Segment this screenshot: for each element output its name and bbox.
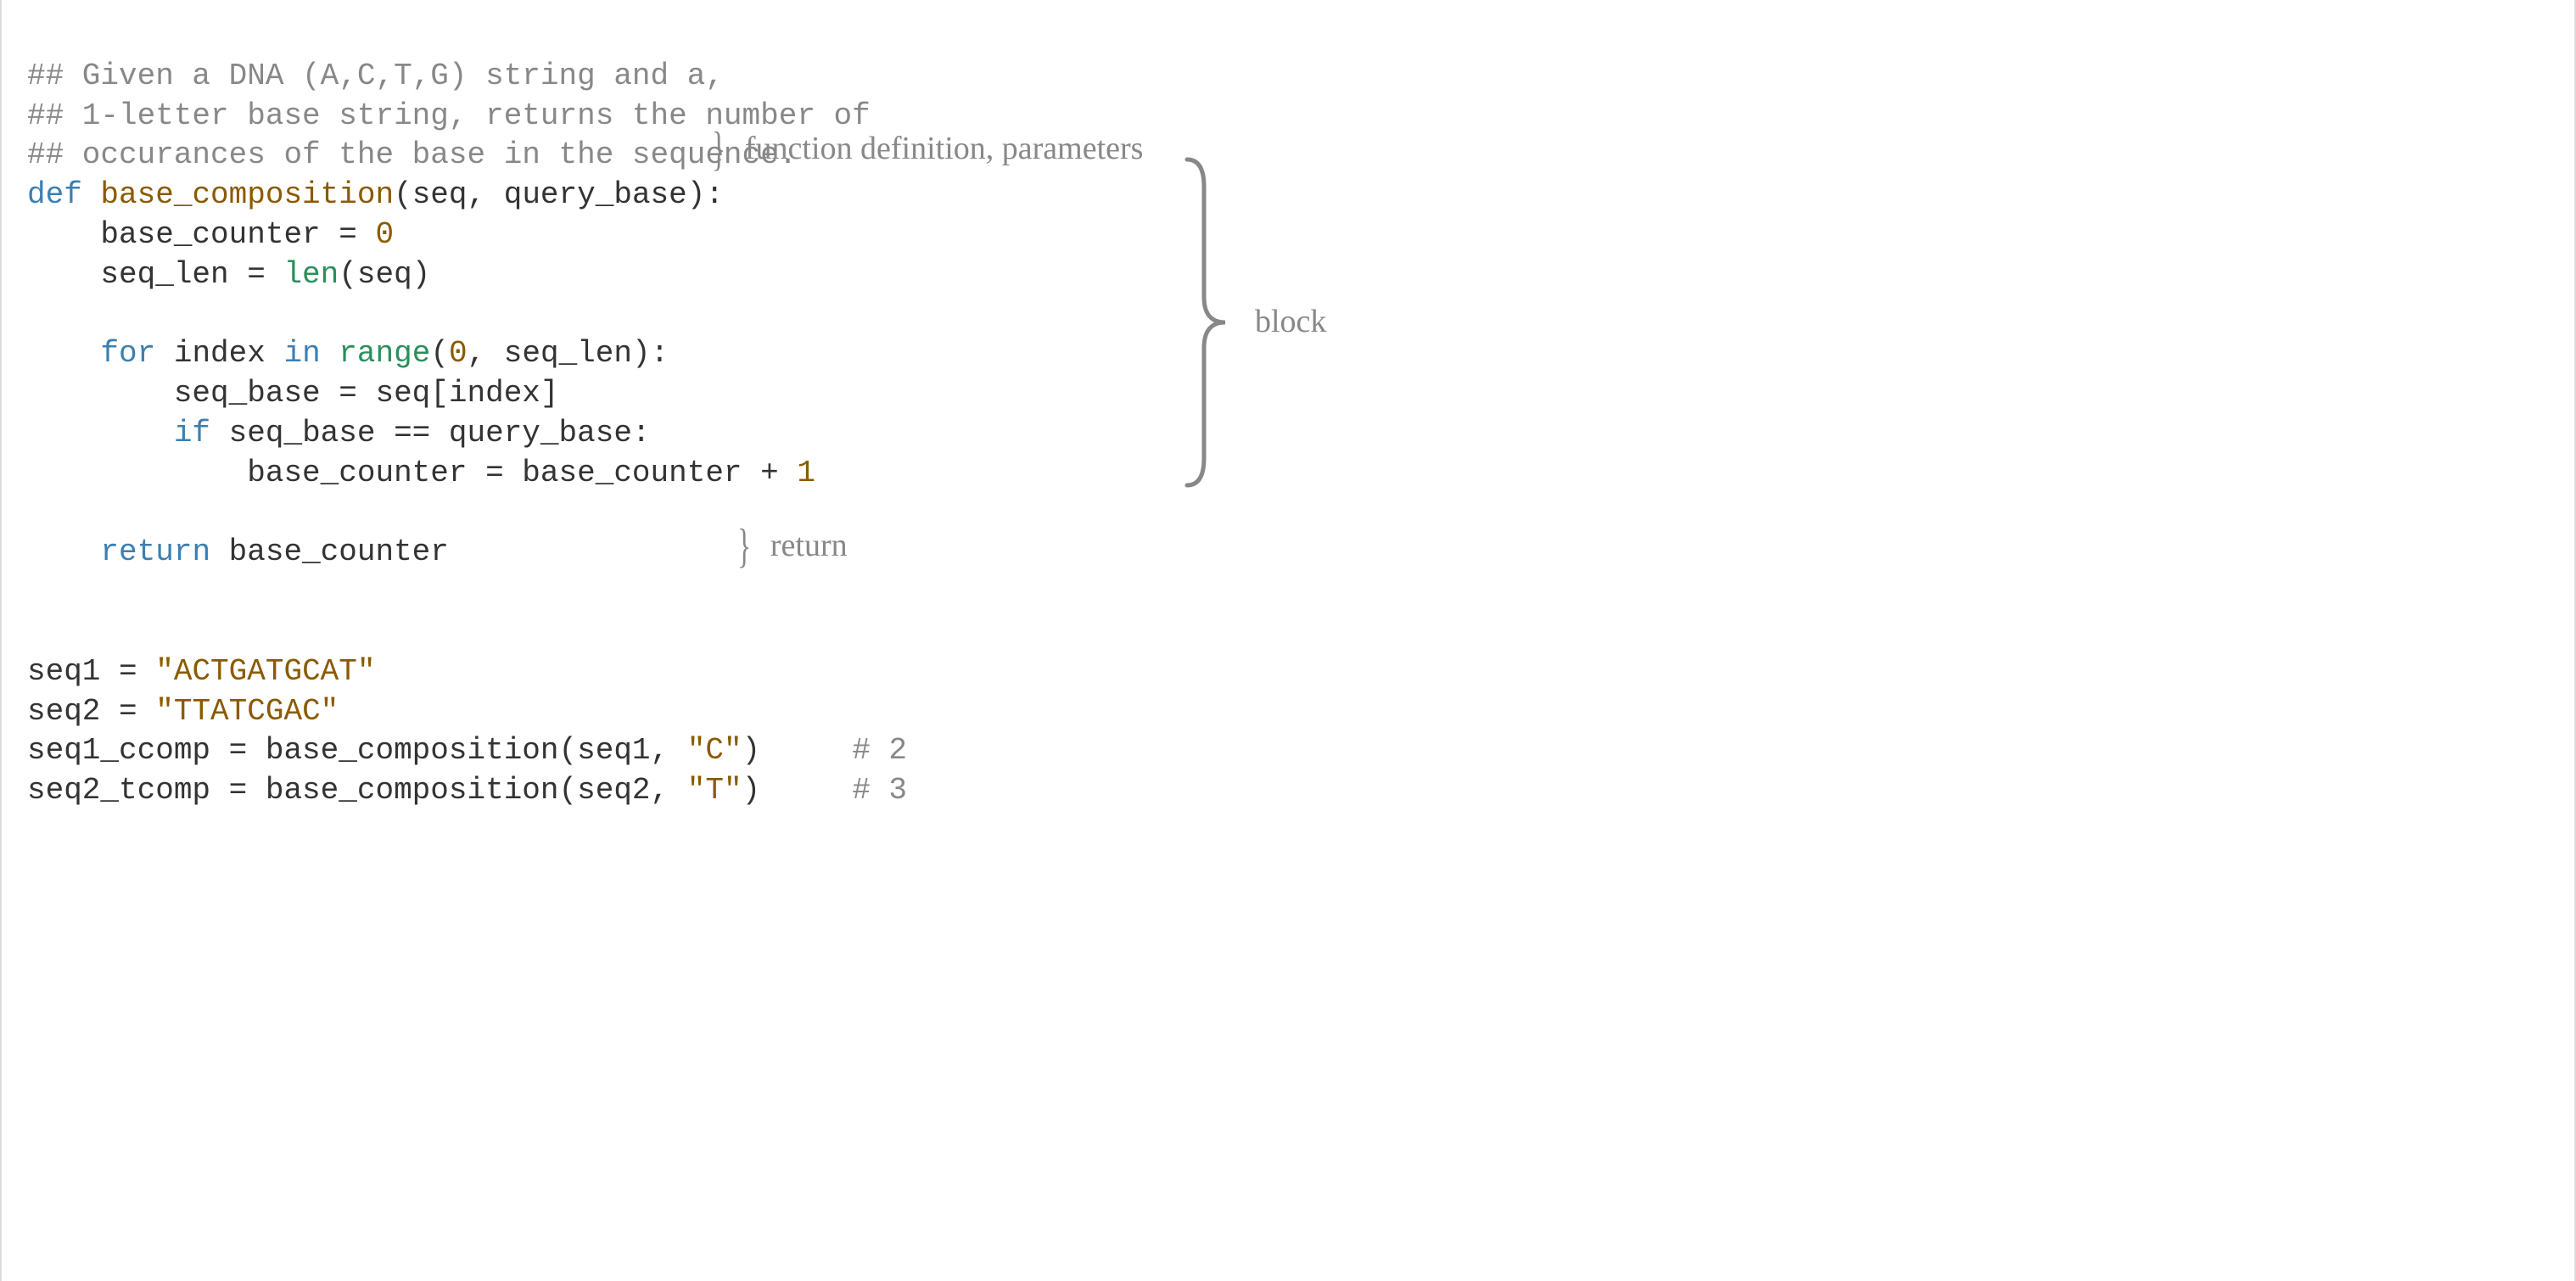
keyword-return: return — [100, 534, 210, 569]
builtin-range: range — [339, 336, 430, 371]
annotation-funcdef: } function definition, parameters — [712, 126, 1143, 173]
annotation-block-label: block — [1255, 301, 1326, 343]
function-name: base_composition — [100, 177, 394, 212]
comment-line-3: ## occurances of the base in the sequenc… — [27, 137, 797, 172]
literal-one: 1 — [797, 456, 815, 490]
annotation-return-label: return — [770, 525, 848, 567]
param-query-base: query_base — [504, 177, 687, 212]
assign-seq-len: seq_len = — [27, 257, 283, 292]
brace-icon: } — [712, 126, 725, 173]
if-condition: seq_base == query_base: — [210, 416, 650, 450]
keyword-def: def — [27, 177, 82, 212]
comment-line-1: ## Given a DNA (A,C,T,G) string and a, — [27, 59, 724, 93]
assign-seq2: seq2 = — [27, 694, 155, 729]
literal-zero: 0 — [375, 217, 394, 252]
keyword-for: for — [100, 336, 155, 371]
call-ccomp: seq1_ccomp = base_composition(seq1, — [27, 733, 687, 768]
string-seq2: "TTATCGAC" — [155, 694, 339, 729]
annotation-funcdef-label: function definition, parameters — [745, 128, 1144, 170]
annotation-block: block — [1179, 153, 1326, 492]
large-brace-icon — [1179, 153, 1238, 492]
increment-counter: base_counter = base_counter + — [27, 456, 797, 490]
call-tcomp: seq2_tcomp = base_composition(seq2, — [27, 773, 687, 808]
comment-result-2: # 2 — [852, 733, 907, 768]
comment-result-3: # 3 — [852, 773, 907, 808]
string-seq1: "ACTGATGCAT" — [155, 654, 375, 689]
keyword-in: in — [283, 336, 320, 371]
code-figure: ## Given a DNA (A,C,T,G) string and a, #… — [27, 17, 2549, 811]
brace-icon: } — [737, 523, 751, 570]
keyword-if: if — [174, 416, 210, 450]
return-value: base_counter — [210, 534, 449, 569]
assign-seq-base: seq_base = seq[index] — [27, 376, 559, 411]
builtin-len: len — [283, 257, 339, 292]
annotation-return: } return — [737, 523, 848, 570]
assign-base-counter: base_counter = — [27, 217, 375, 252]
assign-seq1: seq1 = — [27, 654, 155, 689]
param-seq: seq — [412, 177, 468, 212]
